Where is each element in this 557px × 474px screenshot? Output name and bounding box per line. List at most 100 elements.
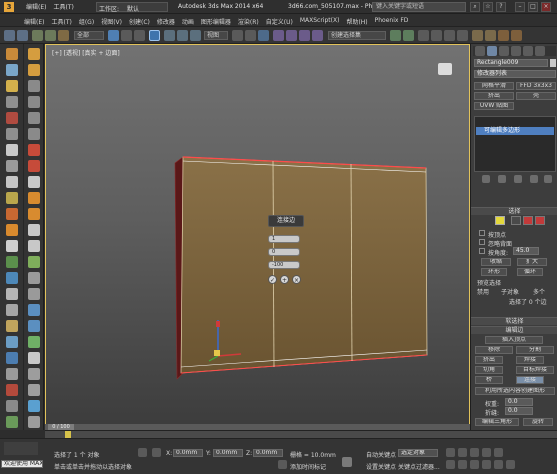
shell-button[interactable]: 壳 (516, 92, 556, 100)
extrude-button[interactable]: 挤出 (475, 356, 503, 364)
curve-editor-icon[interactable] (444, 30, 455, 41)
redo-icon[interactable] (17, 30, 28, 41)
pan-icon[interactable] (446, 460, 455, 469)
side-h-icon[interactable] (28, 160, 40, 172)
side-b-icon[interactable] (28, 64, 40, 76)
set-key-label[interactable]: 设置关键点 (366, 462, 396, 471)
target-weld-button[interactable]: 目标焊接 (516, 366, 554, 374)
lock-selection-icon[interactable] (138, 448, 147, 457)
side-v-icon[interactable] (28, 384, 40, 396)
scene-object[interactable] (46, 45, 470, 430)
workspace-dropdown[interactable]: 工作区: 默认 (96, 2, 168, 13)
object-color-swatch[interactable] (550, 59, 556, 67)
tool-d-icon[interactable] (6, 208, 18, 220)
vertex-subobject-icon[interactable] (511, 216, 521, 225)
split-button[interactable]: 分割 (516, 346, 554, 354)
side-u-icon[interactable] (28, 368, 40, 380)
quick-menu-edit[interactable]: 编辑(E) (26, 2, 46, 11)
search-input[interactable]: 键入关键字或短语 (372, 2, 466, 12)
menu-customize[interactable]: 自定义(U) (266, 17, 293, 26)
snaps-toggle-icon[interactable] (273, 30, 284, 41)
chamfer-button[interactable]: 切角 (475, 366, 503, 374)
angle-snap-icon[interactable] (286, 30, 297, 41)
segments-field[interactable]: 1 (268, 235, 300, 243)
by-angle-field[interactable]: 45.0 (513, 247, 539, 255)
side-j-icon[interactable] (28, 192, 40, 204)
field-of-view-icon[interactable] (494, 460, 503, 469)
key-filters-button[interactable]: 关键点过滤器... (398, 462, 440, 471)
side-t-icon[interactable] (28, 352, 40, 364)
create-shape-button[interactable]: 利用所选内容创建图形 (475, 387, 555, 395)
app-logo-icon[interactable]: 3 (4, 2, 14, 12)
preview-subobject-radio[interactable]: 子对象 (501, 287, 519, 296)
side-m-icon[interactable] (28, 240, 40, 252)
prev-frame-icon[interactable] (458, 448, 467, 457)
align-icon[interactable] (403, 30, 414, 41)
soft-selection-header[interactable]: 软选择 (471, 317, 557, 325)
insert-vertex-button[interactable]: 插入顶点 (485, 336, 543, 344)
create-geometry-icon[interactable] (6, 80, 18, 92)
close-icon[interactable]: × (541, 2, 551, 12)
pivot-center-icon[interactable] (232, 30, 243, 41)
selection-filter-dropdown[interactable]: 全部 (74, 31, 104, 40)
tool-j-icon[interactable] (6, 304, 18, 316)
minimize-icon[interactable]: – (515, 2, 525, 12)
select-manipulate-icon[interactable] (245, 30, 256, 41)
mirror-icon[interactable] (390, 30, 401, 41)
modifier-list-dropdown[interactable]: 修改器列表 (474, 70, 556, 78)
extrude-mod-button[interactable]: 挤出 (474, 92, 514, 100)
object-name-field[interactable]: Rectangle009 (474, 59, 548, 67)
rect-selection-icon[interactable] (134, 30, 145, 41)
ignore-backfacing-checkbox[interactable] (479, 239, 485, 245)
menu-phoenix[interactable]: Phoenix FD (375, 17, 409, 26)
tool-f-icon[interactable] (6, 240, 18, 252)
tool-p-icon[interactable] (6, 400, 18, 412)
maximize-icon[interactable]: □ (528, 2, 538, 12)
star-icon[interactable]: ☆ (483, 2, 493, 12)
make-unique-icon[interactable] (514, 175, 522, 183)
polygon-subobject-icon[interactable] (535, 216, 545, 225)
hierarchy-tab-icon[interactable] (499, 46, 509, 56)
turn-button[interactable]: 旋转 (523, 418, 553, 426)
configure-sets-icon[interactable] (544, 175, 552, 183)
bind-spacewarp-icon[interactable] (58, 30, 69, 41)
perspective-viewport[interactable]: [+] [透视] [真实 + 边面] 连接边 1 0 -100 ✓ + × (45, 44, 470, 430)
edit-edges-header[interactable]: 编辑边 (471, 326, 557, 334)
create-helper-icon[interactable] (6, 112, 18, 124)
shrink-button[interactable]: 收缩 (481, 258, 511, 266)
menu-rendering[interactable]: 渲染(R) (238, 17, 259, 26)
maximize-viewport-icon[interactable] (506, 460, 515, 469)
remove-modifier-icon[interactable] (530, 175, 538, 183)
tool-h-icon[interactable] (6, 272, 18, 284)
display-tab-icon[interactable] (523, 46, 533, 56)
menu-maxscript[interactable]: MAXScript(X) (300, 17, 340, 26)
tool-q-icon[interactable] (6, 416, 18, 428)
auto-key-dropdown[interactable]: 选定对象 (398, 449, 438, 457)
side-a-icon[interactable] (28, 48, 40, 60)
tool-l-icon[interactable] (6, 336, 18, 348)
create-tab-icon[interactable] (475, 46, 485, 56)
tool-i-icon[interactable] (6, 288, 18, 300)
ring-button[interactable]: 环形 (481, 268, 507, 276)
undo-icon[interactable] (4, 30, 15, 41)
side-q-icon[interactable] (28, 304, 40, 316)
create-light-icon[interactable] (6, 48, 18, 60)
keyboard-shortcut-icon[interactable] (258, 30, 269, 41)
ffd-button[interactable]: FFD 3x3x3 (516, 82, 556, 90)
preview-off-radio[interactable]: 禁用 (477, 287, 489, 296)
tool-e-icon[interactable] (6, 224, 18, 236)
maxscript-listener[interactable]: 欢迎使用 MAXSc (1, 460, 43, 468)
rotate-icon[interactable] (177, 30, 188, 41)
move-icon[interactable] (164, 30, 175, 41)
quick-menu-tools[interactable]: 工具(T) (53, 2, 73, 11)
time-tag-icon[interactable] (278, 460, 287, 469)
side-k-icon[interactable] (28, 208, 40, 220)
side-c-icon[interactable] (28, 80, 40, 92)
zoom-icon[interactable] (470, 460, 479, 469)
tool-n-icon[interactable] (6, 368, 18, 380)
meshsmooth-button[interactable]: 网格平滑 (474, 82, 514, 90)
window-crossing-icon[interactable] (149, 30, 160, 41)
named-selection-set-dropdown[interactable]: 创建选择集 (328, 31, 386, 40)
uvw-map-button[interactable]: UVW 贴图 (474, 102, 514, 110)
tool-a-icon[interactable] (6, 160, 18, 172)
